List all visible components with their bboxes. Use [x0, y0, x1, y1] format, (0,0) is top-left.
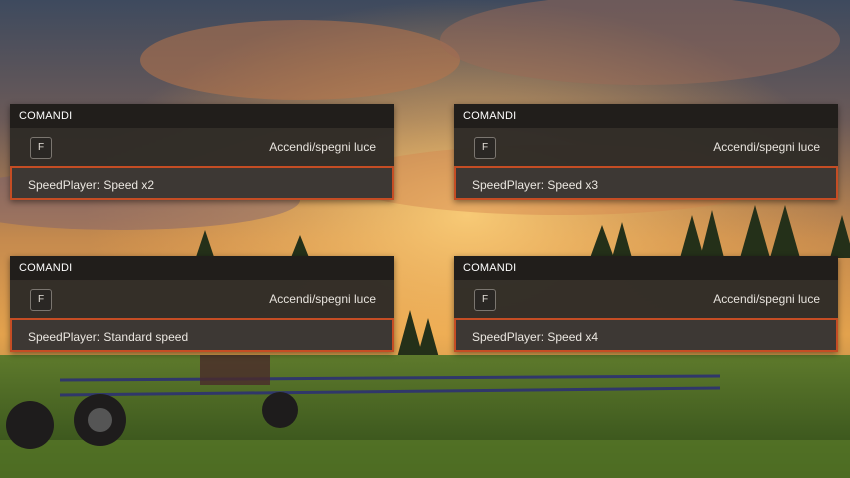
controls-panel-top-left: COMANDI F Accendi/spegni luce SpeedPlaye…: [10, 104, 394, 200]
speedplayer-control-row[interactable]: SpeedPlayer: Speed x4: [454, 318, 838, 352]
key-badge: F: [474, 137, 496, 159]
control-row-light[interactable]: F Accendi/spegni luce: [10, 280, 394, 318]
controls-panel-top-right: COMANDI F Accendi/spegni luce SpeedPlaye…: [454, 104, 838, 200]
game-background: [0, 0, 850, 478]
control-row-light[interactable]: F Accendi/spegni luce: [454, 280, 838, 318]
controls-panel-bottom-left: COMANDI F Accendi/spegni luce SpeedPlaye…: [10, 256, 394, 352]
controls-panel-bottom-right: COMANDI F Accendi/spegni luce SpeedPlaye…: [454, 256, 838, 352]
speedplayer-control-row[interactable]: SpeedPlayer: Speed x2: [10, 166, 394, 200]
control-action-label: Accendi/spegni luce: [269, 140, 376, 154]
panel-header: COMANDI: [10, 104, 394, 128]
key-badge: F: [30, 137, 52, 159]
speedplayer-control-row[interactable]: SpeedPlayer: Standard speed: [10, 318, 394, 352]
panel-header: COMANDI: [10, 256, 394, 280]
sunset-field-scene: [0, 0, 850, 478]
control-action-label: Accendi/spegni luce: [269, 292, 376, 306]
control-row-light[interactable]: F Accendi/spegni luce: [10, 128, 394, 166]
panel-header: COMANDI: [454, 104, 838, 128]
speedplayer-control-row[interactable]: SpeedPlayer: Speed x3: [454, 166, 838, 200]
key-badge: F: [474, 289, 496, 311]
control-action-label: Accendi/spegni luce: [713, 292, 820, 306]
control-action-label: Accendi/spegni luce: [713, 140, 820, 154]
key-badge: F: [30, 289, 52, 311]
panel-header: COMANDI: [454, 256, 838, 280]
control-row-light[interactable]: F Accendi/spegni luce: [454, 128, 838, 166]
